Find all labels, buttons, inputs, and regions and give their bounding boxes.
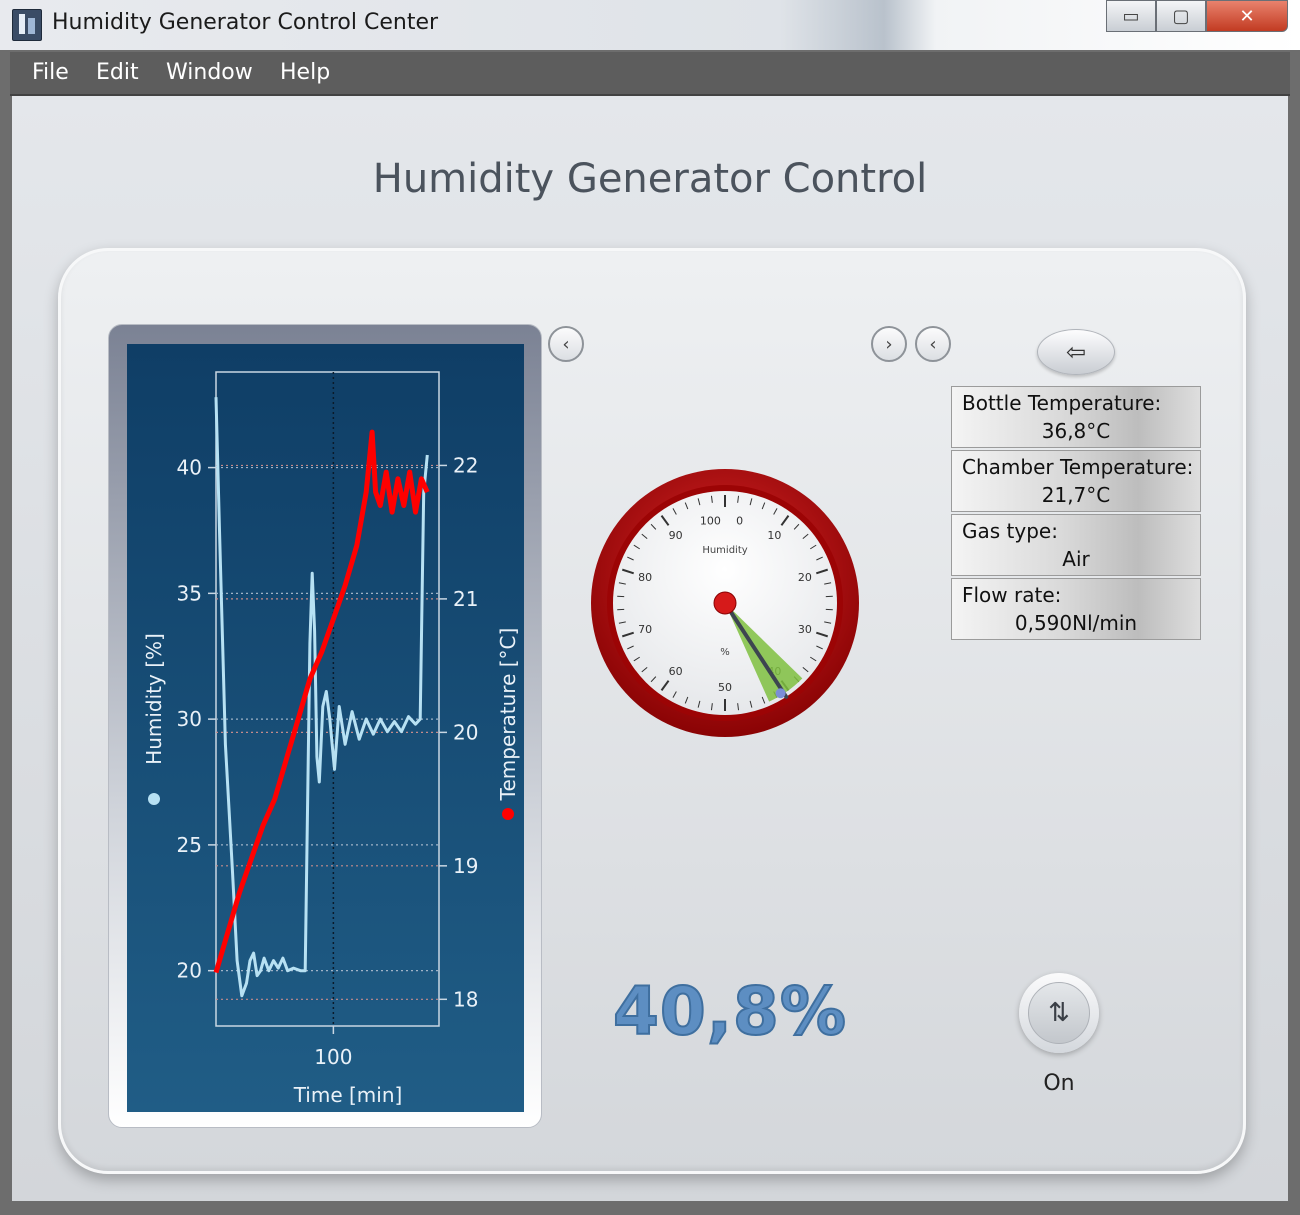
up-down-arrows-icon: ⇅ [1028,982,1090,1044]
flow-rate-box: Flow rate: 0,590Nl/min [951,578,1201,640]
gauge-tick-label: 60 [669,665,683,678]
minimize-button[interactable]: ▭ [1106,0,1156,32]
gauge-hub [713,591,737,615]
back-arrow-icon: ⇦ [1065,338,1087,366]
humidity-gauge: 1000102030405060708090Humidity% [591,469,859,737]
previous-page-button[interactable]: ‹ [548,326,584,362]
right-tick-label: 22 [453,453,478,477]
chamber-temperature-value: 21,7°C [1041,483,1111,507]
gauge-tick-label: 0 [736,514,743,527]
left-axis-label-group: Humidity [%] [142,633,166,805]
previous-page-button-right[interactable]: ‹ [915,326,951,362]
bottle-temperature-value: 36,8°C [1041,419,1111,443]
gauge-title: Humidity [702,545,747,556]
humidity-legend-dot [148,793,160,805]
gauge-tick-label: 10 [767,529,781,542]
next-page-button[interactable]: › [871,326,907,362]
menu-edit[interactable]: Edit [96,60,139,85]
chamber-temperature-box: Chamber Temperature: 21,7°C [951,450,1201,512]
left-tick-label: 35 [177,581,202,605]
chart-area: 20 25 30 35 40 18 19 20 21 22 100 Time [min] Humidit… [127,344,524,1112]
back-button[interactable]: ⇦ [1037,329,1115,375]
x-axis-label: Time [min] [293,1083,403,1107]
menu-file[interactable]: File [32,60,69,85]
right-tick-label: 18 [453,987,478,1011]
gauge-tick-label: 30 [798,623,812,636]
gauge-tick-label: 90 [669,529,683,542]
close-button[interactable]: ✕ [1206,0,1288,32]
app-window: Humidity Generator Control Center ▭ ▢ ✕ … [0,0,1300,1215]
gas-type-value: Air [1062,547,1090,571]
chamber-temperature-label: Chamber Temperature: [962,455,1194,479]
chevron-left-icon: ‹ [929,333,937,355]
gas-type-box: Gas type: Air [951,514,1201,576]
page-title: Humidity Generator Control [372,156,928,202]
window-title: Humidity Generator Control Center [52,10,439,35]
left-tick-label: 20 [177,959,202,983]
flow-rate-value: 0,590Nl/min [1014,611,1138,635]
left-tick-label: 25 [177,833,202,857]
menu-window[interactable]: Window [166,60,253,85]
x-tick-label: 100 [314,1045,352,1069]
right-axis-label-group: Temperature [°C] [496,628,520,820]
client-area: Humidity Generator Control 20 25 30 35 40 18 1… [12,96,1288,1201]
left-tick-label: 30 [177,707,202,731]
gas-type-label: Gas type: [962,519,1058,543]
temperature-series-line [213,429,430,974]
humidity-temperature-chart: 20 25 30 35 40 18 19 20 21 22 100 Time [min] Humidit… [142,371,520,1107]
right-axis-label: Temperature [°C] [496,628,520,802]
chevron-right-icon: › [885,333,893,355]
right-tick-label: 19 [453,854,478,878]
maximize-button[interactable]: ▢ [1156,0,1206,32]
title-bar[interactable]: Humidity Generator Control Center ▭ ▢ ✕ [0,0,1300,50]
right-tick-label: 20 [453,720,478,744]
power-state-label: On [1043,1071,1075,1096]
left-tick-label: 40 [177,456,202,480]
gauge-marker [775,688,786,699]
power-toggle-button[interactable]: ⇅ [1019,973,1099,1053]
main-panel: 20 25 30 35 40 18 19 20 21 22 100 Time [min] Humidit… [58,248,1246,1174]
right-tick-label: 21 [453,587,478,611]
humidity-readout: 40,8% [612,972,847,1051]
temperature-legend-dot [502,808,514,820]
gauge-tick-label: 80 [638,571,652,584]
left-axis-label: Humidity [%] [142,633,166,765]
bottle-temperature-box: Bottle Temperature: 36,8°C [951,386,1201,448]
flow-rate-label: Flow rate: [962,583,1062,607]
chevron-left-icon: ‹ [562,333,570,355]
chart-frame: 20 25 30 35 40 18 19 20 21 22 100 Time [min] Humidit… [108,324,542,1128]
menu-bar: File Edit Window Help [10,52,1290,96]
gauge-unit: % [720,647,730,658]
gauge-tick-label: 50 [718,681,732,694]
gauge-tick-label: 70 [638,623,652,636]
app-icon[interactable] [12,9,42,41]
gauge-tick-label: 100 [700,514,721,527]
menu-help[interactable]: Help [280,60,330,85]
bottle-temperature-label: Bottle Temperature: [962,391,1162,415]
gauge-tick-label: 20 [798,571,812,584]
window-controls: ▭ ▢ ✕ [1106,0,1288,32]
